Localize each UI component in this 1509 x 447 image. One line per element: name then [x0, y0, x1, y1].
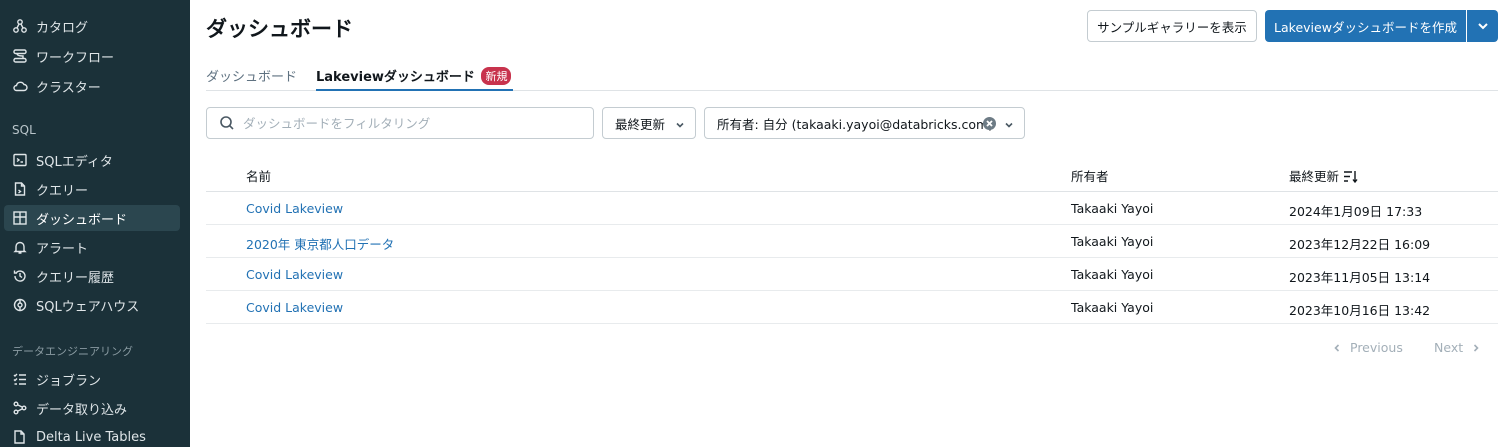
sidebar-section-sql: SQL [12, 123, 36, 137]
dashboard-name-link[interactable]: 2020年 東京都人口データ [246, 234, 394, 253]
owner-filter-select[interactable]: 所有者: 自分 (takaaki.yayoi@databricks.com) [704, 107, 1025, 139]
search-input[interactable] [243, 115, 573, 131]
sidebar-item-label: クエリー [36, 183, 89, 199]
clear-filter-icon[interactable] [983, 117, 996, 130]
sidebar-section-data-engineering: データエンジニアリング [12, 345, 133, 358]
owner-cell: Takaaki Yayoi [1071, 267, 1154, 282]
sidebar-item-workflows[interactable]: ワークフロー [4, 43, 180, 69]
dashboard-name-link[interactable]: Covid Lakeview [246, 201, 343, 216]
owner-cell: Takaaki Yayoi [1071, 300, 1154, 315]
chevron-down-icon [1477, 23, 1488, 30]
bell-icon [12, 239, 28, 255]
owner-filter-value: 所有者: 自分 (takaaki.yayoi@databricks.com) [717, 116, 994, 132]
warehouse-icon [12, 297, 28, 313]
column-header-owner: 所有者 [1071, 169, 1109, 184]
table-row[interactable]: Covid Lakeview Takaaki Yayoi 2024年1月09日 … [206, 192, 1498, 225]
sidebar-item-label: ジョブラン [36, 373, 102, 389]
tab-lakeview-dashboards[interactable]: Lakeviewダッシュボード 新規 [316, 66, 514, 91]
next-page-button[interactable]: Next [1434, 340, 1481, 355]
table-header: 名前 所有者 最終更新 [206, 156, 1498, 192]
table-row[interactable]: 2020年 東京都人口データ Takaaki Yayoi 2023年12月22日… [206, 225, 1498, 258]
workflow-icon [12, 48, 28, 64]
sidebar-item-clusters[interactable]: クラスター [4, 73, 180, 99]
search-box [206, 107, 594, 139]
delta-live-tables-icon [12, 429, 28, 445]
page-title: ダッシュボード [206, 17, 353, 41]
column-header-label: 最終更新 [1289, 169, 1340, 184]
tab-label: Lakeviewダッシュボード [316, 70, 475, 85]
sidebar-item-label: SQLエディタ [36, 154, 113, 170]
search-icon [220, 116, 234, 130]
create-lakeview-dashboard-button[interactable]: Lakeviewダッシュボードを作成 [1265, 10, 1466, 42]
updated-cell: 2023年12月22日 16:09 [1289, 237, 1431, 252]
sidebar-item-label: アラート [36, 241, 89, 257]
tab-bar: ダッシュボード Lakeviewダッシュボード 新規 [206, 60, 1498, 91]
owner-cell: Takaaki Yayoi [1071, 234, 1154, 249]
create-options-dropdown-button[interactable] [1467, 10, 1498, 42]
tab-dashboards[interactable]: ダッシュボード [206, 66, 297, 91]
dashboard-name-link[interactable]: Covid Lakeview [246, 300, 343, 315]
updated-cell: 2023年10月16日 13:42 [1289, 303, 1431, 318]
chevron-down-icon [1004, 118, 1014, 128]
next-page-label: Next [1434, 340, 1464, 355]
sidebar-item-data-ingestion[interactable]: データ取り込み [4, 395, 180, 421]
sidebar-item-label: クエリー履歴 [36, 270, 115, 286]
job-runs-icon [12, 371, 28, 387]
sort-descending-icon[interactable] [1343, 170, 1358, 184]
updated-cell: 2023年11月05日 13:14 [1289, 270, 1431, 285]
main-content: ダッシュボード サンプルギャラリーを表示 Lakeviewダッシュボードを作成 … [190, 0, 1509, 447]
sidebar-item-label: カタログ [36, 20, 89, 36]
query-icon [12, 181, 28, 197]
sidebar-item-label: ダッシュボード [36, 212, 128, 228]
new-badge: 新規 [481, 67, 512, 85]
sidebar-item-label: ワークフロー [36, 50, 115, 66]
column-header-name: 名前 [246, 169, 272, 184]
sidebar-item-catalog[interactable]: カタログ [4, 13, 180, 39]
column-header-updated[interactable]: 最終更新 [1289, 166, 1358, 185]
sort-select-value: 最終更新 [615, 116, 666, 132]
tab-label: ダッシュボード [206, 70, 298, 85]
sql-editor-icon [12, 152, 28, 168]
dashboard-icon [12, 210, 28, 226]
table-row[interactable]: Covid Lakeview Takaaki Yayoi 2023年10月16日… [206, 291, 1498, 324]
updated-cell: 2024年1月09日 17:33 [1289, 204, 1423, 219]
table-row[interactable]: Covid Lakeview Takaaki Yayoi 2023年11月05日… [206, 258, 1498, 291]
cloud-icon [12, 78, 28, 94]
chevron-right-icon [1474, 343, 1479, 352]
sidebar-item-queries[interactable]: クエリー [4, 176, 180, 202]
catalog-icon [12, 18, 28, 34]
sidebar-item-job-runs[interactable]: ジョブラン [4, 366, 180, 392]
dashboard-name-link[interactable]: Covid Lakeview [246, 267, 343, 282]
sidebar-item-label: データ取り込み [36, 402, 128, 418]
previous-page-label: Previous [1350, 340, 1403, 355]
owner-cell: Takaaki Yayoi [1071, 201, 1154, 216]
previous-page-button[interactable]: Previous [1332, 340, 1403, 355]
sidebar-item-alerts[interactable]: アラート [4, 234, 180, 260]
sidebar-item-sql-warehouses[interactable]: SQLウェアハウス [4, 292, 180, 318]
sidebar-item-query-history[interactable]: クエリー履歴 [4, 263, 180, 289]
sidebar-item-label: クラスター [36, 80, 101, 96]
sidebar-item-dashboards[interactable]: ダッシュボード [4, 205, 180, 231]
chevron-down-icon [675, 118, 685, 128]
sidebar: カタログ ワークフロー クラスター SQL SQLエディタ クエリー ダッシュボ… [0, 0, 190, 447]
sidebar-item-sql-editor[interactable]: SQLエディタ [4, 147, 180, 173]
sidebar-item-delta-live-tables[interactable]: Delta Live Tables [4, 424, 180, 447]
sample-gallery-button[interactable]: サンプルギャラリーを表示 [1087, 10, 1257, 42]
sidebar-item-label: SQLウェアハウス [36, 299, 140, 315]
history-icon [12, 268, 28, 284]
sidebar-item-label: Delta Live Tables [36, 429, 146, 445]
chevron-left-icon [1334, 343, 1340, 352]
dashboards-table: 名前 所有者 最終更新 Covid Lakeview Takaaki Yayoi… [206, 156, 1498, 324]
sort-select[interactable]: 最終更新 [602, 107, 696, 139]
data-ingestion-icon [12, 400, 28, 416]
